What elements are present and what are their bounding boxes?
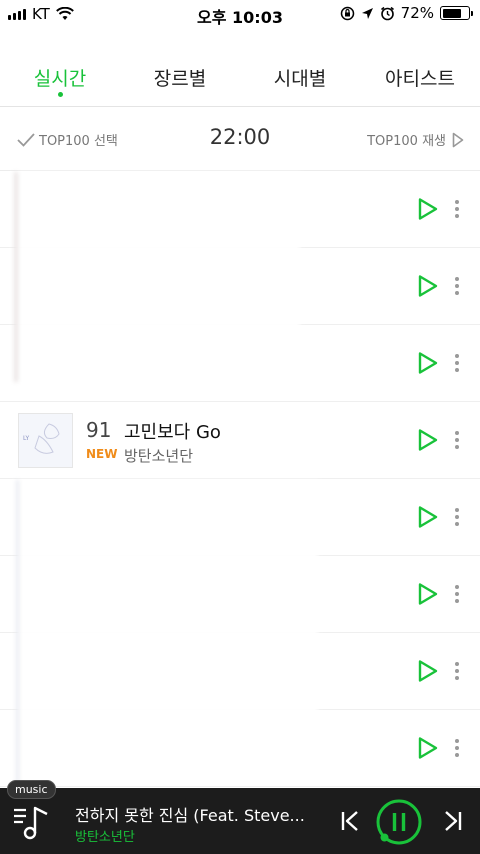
- skip-previous-icon[interactable]: [340, 810, 360, 832]
- artist-name[interactable]: 방탄소년단: [124, 445, 193, 466]
- album-art[interactable]: LY: [18, 413, 73, 468]
- album-art-image: LY: [19, 414, 72, 467]
- play-icon[interactable]: [414, 504, 440, 530]
- now-playing-artist[interactable]: 방탄소년단: [75, 826, 135, 845]
- play-icon[interactable]: [414, 196, 440, 222]
- music-tag: music: [7, 780, 56, 799]
- pause-button[interactable]: [375, 798, 423, 846]
- more-vertical-icon[interactable]: [451, 272, 463, 300]
- battery-icon: [440, 6, 473, 20]
- tab-label: 시대별: [273, 68, 327, 90]
- top100-select-button[interactable]: TOP100 선택: [17, 130, 118, 149]
- status-bar: KT 오후 10:03 72%: [0, 0, 480, 28]
- active-tab-indicator: [57, 92, 63, 97]
- location-icon: [361, 7, 373, 19]
- now-playing-title[interactable]: 전하지 못한 진심 (Feat. Steve...: [75, 802, 325, 826]
- playlist-music-icon[interactable]: [13, 804, 51, 840]
- status-right: 72%: [340, 4, 473, 22]
- mini-player[interactable]: music 전하지 못한 진심 (Feat. Steve... 방탄소년단: [0, 780, 480, 854]
- tab-label: 실시간: [33, 68, 87, 90]
- check-icon: [17, 132, 35, 147]
- top100-select-label: TOP100 선택: [39, 134, 118, 149]
- more-vertical-icon[interactable]: [451, 657, 463, 685]
- tab-label: 아티스트: [385, 68, 455, 90]
- song-title[interactable]: 고민보다 Go: [124, 418, 221, 444]
- rank-number: 91: [86, 418, 112, 442]
- more-vertical-icon[interactable]: [451, 734, 463, 762]
- more-vertical-icon[interactable]: [451, 580, 463, 608]
- play-icon[interactable]: [414, 581, 440, 607]
- rotation-lock-icon: [340, 6, 354, 20]
- skip-next-icon[interactable]: [443, 810, 463, 832]
- tab-realtime[interactable]: 실시간: [0, 48, 120, 106]
- more-vertical-icon[interactable]: [451, 349, 463, 377]
- battery-level-fill: [442, 8, 461, 18]
- play-icon[interactable]: [414, 273, 440, 299]
- top100-play-label: TOP100 재생: [367, 134, 446, 149]
- more-vertical-icon[interactable]: [451, 195, 463, 223]
- chart-toolbar: TOP100 선택 22:00 TOP100 재생: [0, 107, 480, 171]
- chart-tabs: 실시간 장르별 시대별 아티스트: [0, 48, 480, 106]
- chart-row[interactable]: LY 91 고민보다 Go NEW 방탄소년단: [0, 402, 480, 479]
- blurred-overlay: [16, 480, 318, 784]
- new-badge: NEW: [86, 447, 118, 461]
- tab-genre[interactable]: 장르별: [120, 48, 240, 106]
- tab-era[interactable]: 시대별: [240, 48, 360, 106]
- alarm-icon: [380, 6, 394, 20]
- play-icon[interactable]: [414, 350, 440, 376]
- play-icon[interactable]: [414, 735, 440, 761]
- play-icon[interactable]: [414, 658, 440, 684]
- svg-text:LY: LY: [23, 435, 30, 442]
- more-vertical-icon[interactable]: [451, 503, 463, 531]
- tab-artist[interactable]: 아티스트: [360, 48, 480, 106]
- top100-play-button[interactable]: TOP100 재생: [367, 130, 464, 149]
- play-icon[interactable]: [414, 427, 440, 453]
- play-outline-icon: [452, 132, 464, 147]
- battery-percent: 72%: [400, 4, 434, 22]
- tab-label: 장르별: [153, 68, 207, 90]
- more-vertical-icon[interactable]: [451, 426, 463, 454]
- blurred-overlay: [14, 172, 300, 382]
